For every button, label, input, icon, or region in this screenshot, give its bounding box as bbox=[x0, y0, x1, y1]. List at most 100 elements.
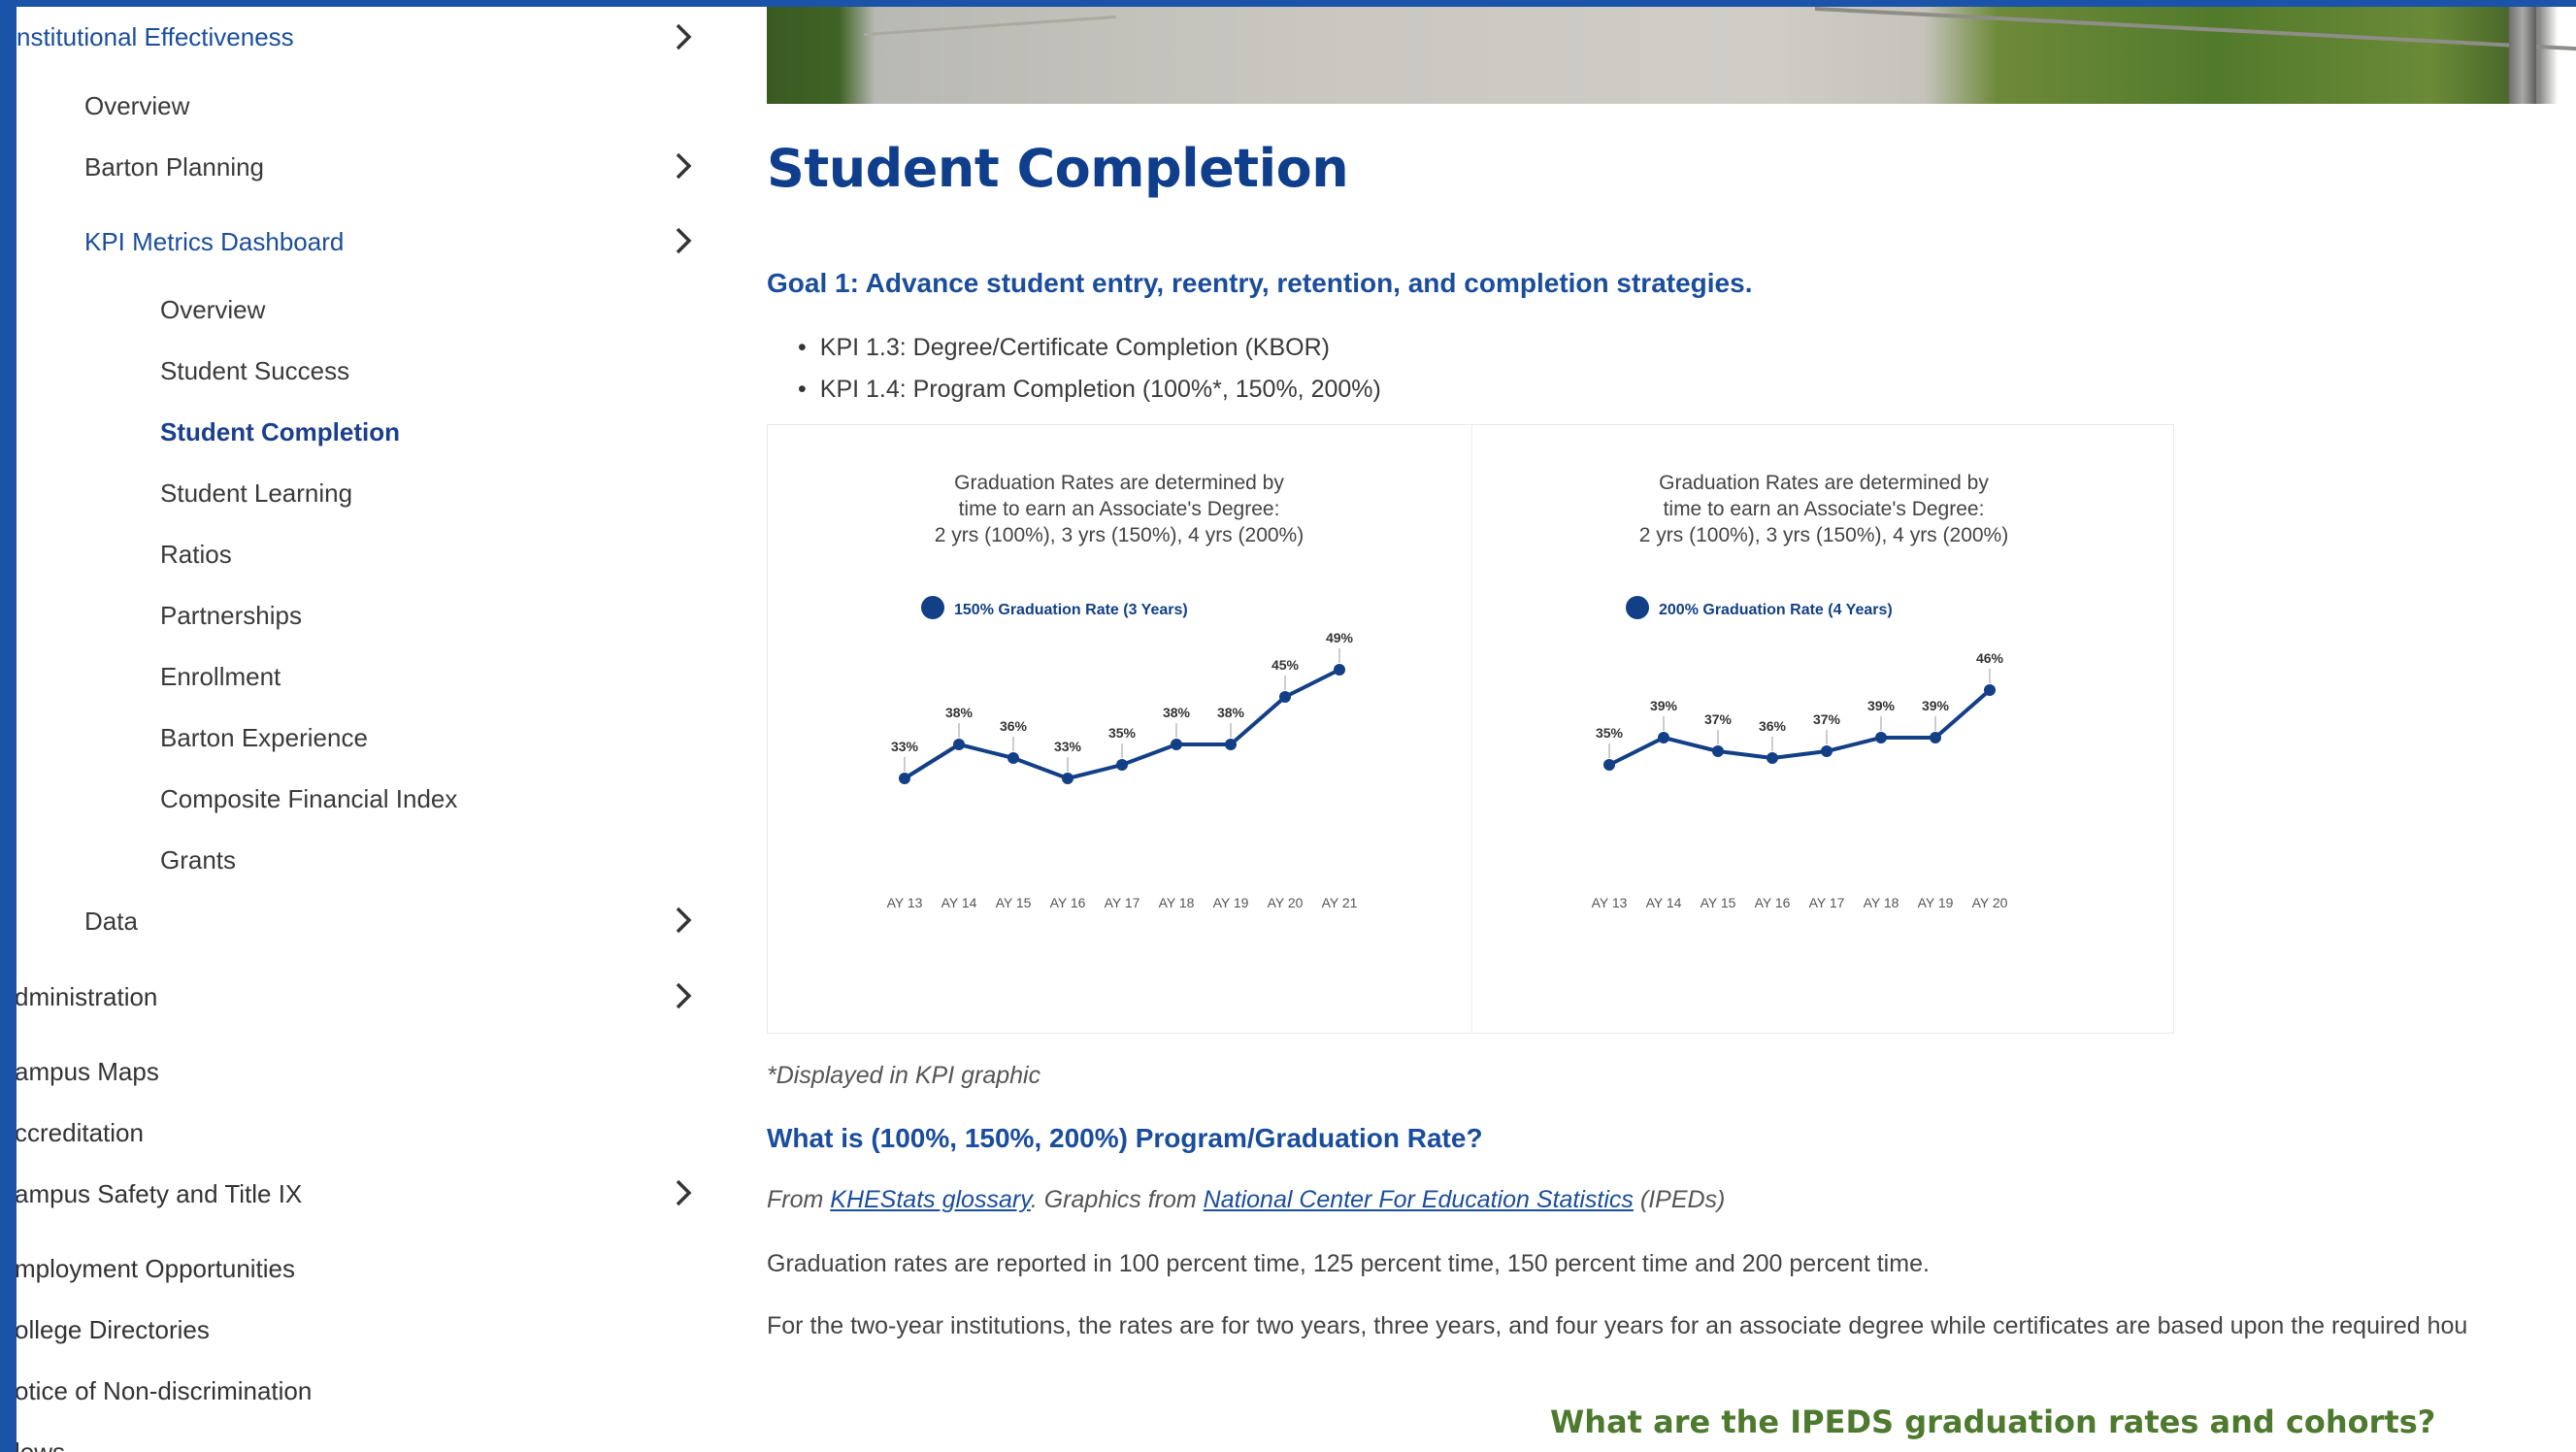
data-point bbox=[899, 773, 910, 784]
chevron-right-icon[interactable] bbox=[667, 20, 700, 53]
chevron-right-icon[interactable] bbox=[667, 1176, 700, 1209]
x-tick-label: AY 18 bbox=[1864, 895, 1899, 910]
chart-150-svg: Graduation Rates are determined by time t… bbox=[887, 472, 1358, 910]
sidebar-item-ratios[interactable]: Ratios bbox=[160, 540, 232, 570]
data-label: 36% bbox=[1759, 718, 1787, 734]
ipeds-heading: What are the IPEDS graduation rates and … bbox=[1550, 1403, 2436, 1440]
sidebar-item-grants[interactable]: Grants bbox=[160, 845, 236, 875]
chart-200-svg: Graduation Rates are determined by time t… bbox=[1592, 472, 2009, 910]
chevron-right-icon[interactable] bbox=[667, 224, 700, 257]
sidebar-item-campus-maps[interactable]: ampus Maps bbox=[17, 1057, 159, 1087]
x-tick-label: AY 15 bbox=[1701, 895, 1736, 910]
data-label: 38% bbox=[945, 705, 974, 720]
sidebar-item-kpi-metrics-dashboard[interactable]: KPI Metrics Dashboard bbox=[84, 227, 344, 257]
data-point bbox=[1603, 759, 1615, 771]
x-tick-label: AY 20 bbox=[1268, 895, 1304, 910]
x-tick-label: AY 19 bbox=[1213, 895, 1249, 910]
data-point bbox=[1062, 773, 1073, 784]
khestats-glossary-link[interactable]: KHEStats glossary bbox=[830, 1186, 1031, 1213]
sidebar-item-overview[interactable]: Overview bbox=[84, 91, 189, 121]
page-title: Student Completion bbox=[767, 138, 1349, 199]
data-label: 33% bbox=[891, 739, 919, 754]
sidebar-item-partnerships[interactable]: Partnerships bbox=[160, 601, 302, 631]
sidebar-item-student-completion[interactable]: Student Completion bbox=[160, 417, 400, 447]
data-label: 33% bbox=[1054, 739, 1082, 754]
sidebar-item-college-directories[interactable]: ollege Directories bbox=[17, 1315, 210, 1345]
sidebar-item-barton-planning[interactable]: Barton Planning bbox=[84, 152, 264, 182]
chart-title-line: time to earn an Associate's Degree: bbox=[959, 498, 1280, 520]
paragraph: For the two-year institutions, the rates… bbox=[767, 1312, 2468, 1339]
data-point bbox=[1007, 752, 1019, 764]
data-point bbox=[1116, 759, 1128, 771]
data-point bbox=[1875, 732, 1887, 743]
chevron-right-icon[interactable] bbox=[667, 979, 700, 1012]
sidebar-item-accreditation[interactable]: ccreditation bbox=[17, 1118, 144, 1148]
x-tick-label: AY 15 bbox=[996, 895, 1032, 910]
charts-container: Graduation Rates are determined by time t… bbox=[767, 424, 2174, 1034]
sidebar-item-student-success[interactable]: Student Success bbox=[160, 356, 349, 386]
data-label: 49% bbox=[1326, 630, 1354, 645]
sidebar-section-institutional-effectiveness[interactable]: nstitutional Effectiveness bbox=[17, 22, 294, 52]
hero-image-detail bbox=[864, 15, 1116, 37]
data-point bbox=[1930, 732, 1941, 743]
data-point bbox=[1334, 664, 1345, 676]
sidebar-item-news[interactable]: lews bbox=[17, 1437, 65, 1452]
x-tick-label: AY 13 bbox=[887, 895, 923, 910]
x-tick-label: AY 17 bbox=[1809, 895, 1845, 910]
data-label: 35% bbox=[1108, 725, 1137, 741]
sidebar-item-enrollment[interactable]: Enrollment bbox=[160, 662, 281, 692]
x-tick-label: AY 20 bbox=[1972, 895, 2008, 910]
x-tick-label: AY 14 bbox=[941, 895, 977, 910]
sidebar-item-barton-experience[interactable]: Barton Experience bbox=[160, 723, 368, 753]
data-label: 37% bbox=[1704, 711, 1733, 727]
sidebar-item-student-learning[interactable]: Student Learning bbox=[160, 478, 352, 509]
sidebar-item-notice-of-non-discrimination[interactable]: otice of Non-discrimination bbox=[17, 1376, 312, 1406]
sidebar-item-composite-financial-index[interactable]: Composite Financial Index bbox=[160, 784, 457, 814]
source-middle: . Graphics from bbox=[1030, 1186, 1204, 1213]
chart-200-percent: Graduation Rates are determined by time t… bbox=[1472, 425, 2175, 1033]
chart-title-line: time to earn an Associate's Degree: bbox=[1664, 498, 1985, 520]
data-point bbox=[1225, 739, 1237, 750]
chart-title-line: Graduation Rates are determined by bbox=[1659, 472, 1989, 494]
data-point bbox=[1658, 732, 1669, 743]
data-point bbox=[1984, 684, 1996, 696]
data-label: 39% bbox=[1922, 698, 1950, 713]
x-tick-label: AY 13 bbox=[1592, 895, 1628, 910]
legend-marker bbox=[921, 596, 944, 619]
sidebar-item-administration[interactable]: dministration bbox=[17, 982, 157, 1012]
paragraph: Graduation rates are reported in 100 per… bbox=[767, 1250, 1930, 1277]
x-tick-label: AY 16 bbox=[1050, 895, 1086, 910]
x-tick-label: AY 18 bbox=[1159, 895, 1195, 910]
data-point bbox=[1712, 745, 1724, 757]
hero-image-detail bbox=[2509, 7, 2536, 104]
data-point bbox=[953, 739, 965, 750]
sidebar-item-employment-opportunities[interactable]: mployment Opportunities bbox=[17, 1254, 295, 1284]
chevron-right-icon[interactable] bbox=[667, 904, 700, 937]
data-label: 35% bbox=[1596, 725, 1624, 741]
source-line: From KHEStats glossary. Graphics from Na… bbox=[767, 1186, 1725, 1214]
data-label: 38% bbox=[1217, 705, 1245, 720]
list-item: KPI 1.4: Program Completion (100%*, 150%… bbox=[798, 374, 1381, 415]
sidebar-item-kpi-overview[interactable]: Overview bbox=[160, 295, 265, 325]
kpi-list: KPI 1.3: Degree/Certificate Completion (… bbox=[798, 332, 1381, 415]
data-label: 45% bbox=[1271, 657, 1300, 673]
hero-image bbox=[767, 7, 2576, 104]
section-heading: What is (100%, 150%, 200%) Program/Gradu… bbox=[767, 1123, 1483, 1153]
sidebar-item-campus-safety[interactable]: ampus Safety and Title IX bbox=[17, 1179, 302, 1209]
x-tick-label: AY 16 bbox=[1755, 895, 1791, 910]
sidebar-nav: nstitutional Effectiveness Overview Bart… bbox=[17, 7, 735, 1452]
x-tick-label: AY 17 bbox=[1105, 895, 1140, 910]
data-label: 37% bbox=[1813, 711, 1841, 727]
legend-marker bbox=[1626, 596, 1649, 619]
sidebar-item-data[interactable]: Data bbox=[84, 907, 138, 937]
chevron-right-icon[interactable] bbox=[667, 149, 700, 182]
data-point bbox=[1279, 691, 1291, 703]
chart-title-line: 2 yrs (100%), 3 yrs (150%), 4 yrs (200%) bbox=[1639, 524, 2008, 546]
top-border bbox=[0, 0, 2576, 7]
left-border bbox=[0, 0, 17, 1452]
nces-link[interactable]: National Center For Education Statistics bbox=[1204, 1186, 1634, 1213]
data-label: 38% bbox=[1163, 705, 1191, 720]
x-tick-label: AY 21 bbox=[1322, 895, 1358, 910]
goal-heading: Goal 1: Advance student entry, reentry, … bbox=[767, 268, 1753, 298]
chart-title-line: Graduation Rates are determined by bbox=[954, 472, 1284, 494]
